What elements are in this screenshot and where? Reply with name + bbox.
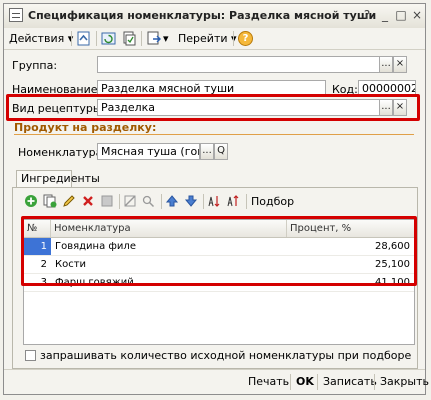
highlight-frame [6,94,420,121]
dropdown-arrow-icon: ▾ [163,32,169,45]
close-window-button[interactable]: × [409,7,425,23]
close-button[interactable]: Закрыть [380,374,429,390]
move-up-icon[interactable] [165,194,179,208]
form-window: Спецификация номенклатуры: Разделка мясн… [3,3,429,395]
minimize-button[interactable]: _ [377,7,393,23]
print-button[interactable]: Печать [248,374,289,390]
toolbar-divider [71,31,72,46]
section-title: Продукт на разделку: [14,121,157,134]
sort-ascending-icon[interactable] [207,194,221,208]
grid-toolbar-divider [119,194,120,209]
reread-icon[interactable] [101,31,116,46]
highlight-frame [21,216,417,286]
pick-button[interactable]: Подбор [251,195,294,208]
goto-menu[interactable]: Перейти ▾ [178,30,237,47]
section-divider [14,134,414,135]
request-quantity-label: запрашивать количество исходной номенкла… [40,349,412,362]
copy-row-icon[interactable] [43,194,57,208]
go-up-icon[interactable] [76,31,91,46]
grid-toolbar-divider [161,194,162,209]
window-title: Спецификация номенклатуры: Разделка мясн… [28,9,377,22]
help-icon[interactable]: ? [238,31,253,46]
move-down-icon[interactable] [184,194,198,208]
actions-menu[interactable]: Действия ▾ [9,30,73,47]
grid-toolbar-divider [203,194,204,209]
form-icon [9,8,23,22]
nomenclature-field[interactable]: Мясная туша (говядина) [97,143,200,160]
based-on-dropdown[interactable]: ▾ [163,30,169,47]
tab-ingredients[interactable]: Ингредиенты [16,170,100,188]
search-by-value-icon[interactable] [141,194,155,208]
cancel-search-icon[interactable] [123,194,137,208]
save-button[interactable]: Записать [323,374,377,390]
title-bar: Спецификация номенклатуры: Разделка мясн… [4,4,425,29]
bottom-divider [374,374,375,390]
based-on-icon[interactable] [147,31,162,46]
goto-label: Перейти [178,32,228,45]
bottom-divider [317,374,318,390]
toolbar-divider [141,31,142,46]
toolbar-divider [233,31,234,46]
request-quantity-checkbox[interactable] [25,350,36,361]
add-row-icon[interactable] [24,194,38,208]
group-clear-button[interactable]: × [393,56,407,73]
toolbar-divider [96,31,97,46]
nomenclature-value: Мясная туша (говядина) [101,145,199,158]
nomenclature-open-button[interactable]: Q [214,143,228,160]
group-select-button[interactable]: ... [379,56,393,73]
grid-toolbar-divider [246,194,247,209]
nomenclature-label: Номенклатура: [18,146,107,159]
delete-row-icon[interactable] [81,194,95,208]
end-edit-icon[interactable] [100,194,114,208]
group-label: Группа: [12,59,58,72]
group-field[interactable] [97,56,393,73]
bottom-divider [290,374,291,390]
edit-row-icon[interactable] [62,194,76,208]
actions-label: Действия [9,32,65,45]
help-window-button[interactable]: ? [359,7,375,23]
main-toolbar: Действия ▾ ▾ Перейти ▾ ? [4,28,425,50]
sort-descending-icon[interactable] [226,194,240,208]
ok-button[interactable]: OK [296,374,314,390]
nomenclature-select-button[interactable]: ... [200,143,214,160]
copy-icon[interactable] [121,31,136,46]
maximize-button[interactable]: □ [393,7,409,23]
bottom-bar: Печать OK Записать Закрыть [4,369,429,394]
